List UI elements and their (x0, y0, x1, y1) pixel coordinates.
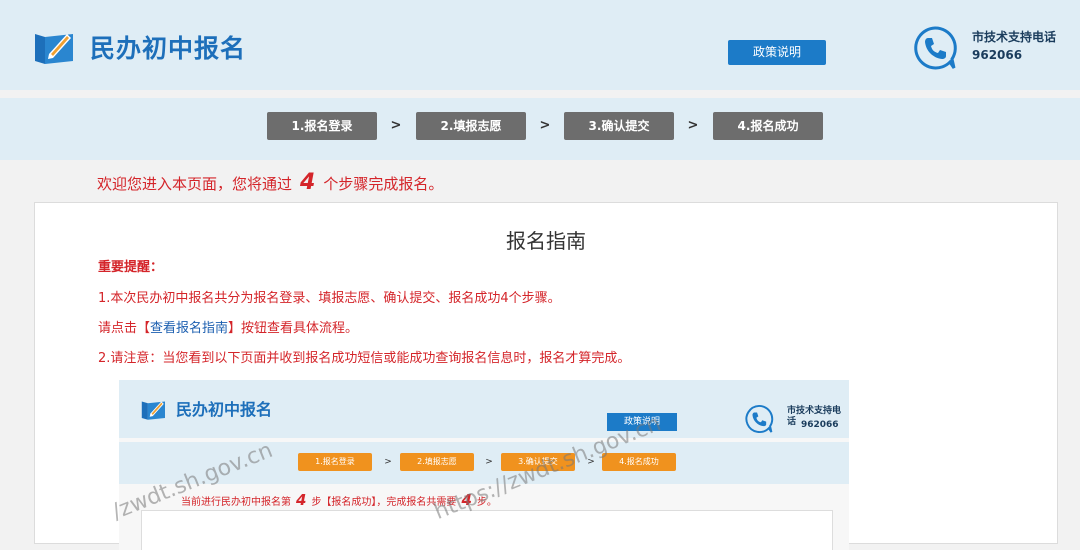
site-header: 民办初中报名 政策说明 市技术支持电话 962066 (0, 0, 1080, 90)
site-title: 民办初中报名 (90, 34, 247, 63)
chevron-right-icon: > (390, 118, 402, 133)
chevron-right-icon: > (539, 118, 551, 133)
example-step-4: 4.报名成功 (602, 453, 676, 471)
example-support-number: 962066 (801, 420, 839, 430)
step-2-fill-preferences: 2.填报志愿 (416, 112, 526, 140)
policy-button[interactable]: 政策说明 (728, 40, 826, 65)
step-progress-bar: 1.报名登录 > 2.填报志愿 > 3.确认提交 > 4.报名成功 (0, 98, 1080, 160)
view-guide-link[interactable]: 查看报名指南 (150, 321, 228, 336)
chevron-right-icon: > (687, 118, 699, 133)
important-reminder-heading: 重要提醒： (98, 260, 164, 275)
support-phone-label: 市技术支持电话 (972, 30, 1057, 44)
step-4-success: 4.报名成功 (713, 112, 823, 140)
chevron-right-icon: > (384, 457, 392, 467)
example-status-prefix: 当前进行民办初中报名第 (181, 497, 291, 508)
notebook-pencil-icon (141, 401, 165, 420)
reminder-line-2-suffix: 】按钮查看具体流程。 (228, 321, 359, 336)
welcome-message: 欢迎您进入本页面，您将通过 4 个步骤完成报名。 (97, 168, 443, 198)
example-title: 民办初中报名 (176, 400, 273, 419)
notebook-pencil-icon (35, 34, 73, 64)
chevron-right-icon: > (485, 457, 493, 467)
reminder-line-3: 2.请注意：当您看到以下页面并收到报名成功短信或能成功查询报名信息时，报名才算完… (98, 351, 631, 366)
reminder-line-1: 1.本次民办初中报名共分为报名登录、填报志愿、确认提交、报名成功4个步骤。 (98, 291, 561, 306)
step-1-login: 1.报名登录 (267, 112, 377, 140)
phone-support-icon (914, 26, 957, 70)
guide-title: 报名指南 (506, 229, 586, 253)
example-step-2: 2.填报志愿 (400, 453, 474, 471)
example-header: 民办初中报名 政策说明 市技术支持电话 962066 (119, 380, 849, 438)
reminder-line-2-prefix: 请点击【 (98, 321, 151, 336)
example-step-1: 1.报名登录 (298, 453, 372, 471)
example-status-step: 4 (296, 491, 307, 509)
welcome-suffix: 个步骤完成报名。 (323, 175, 444, 193)
step-3-confirm-submit: 3.确认提交 (564, 112, 674, 140)
phone-support-icon (745, 404, 774, 433)
welcome-prefix: 欢迎您进入本页面，您将通过 (97, 175, 293, 193)
example-content-panel (141, 510, 833, 550)
welcome-step-count: 4 (300, 170, 316, 195)
reminder-line-2: 请点击【查看报名指南】按钮查看具体流程。 (98, 320, 358, 338)
support-phone-number: 962066 (972, 48, 1023, 62)
